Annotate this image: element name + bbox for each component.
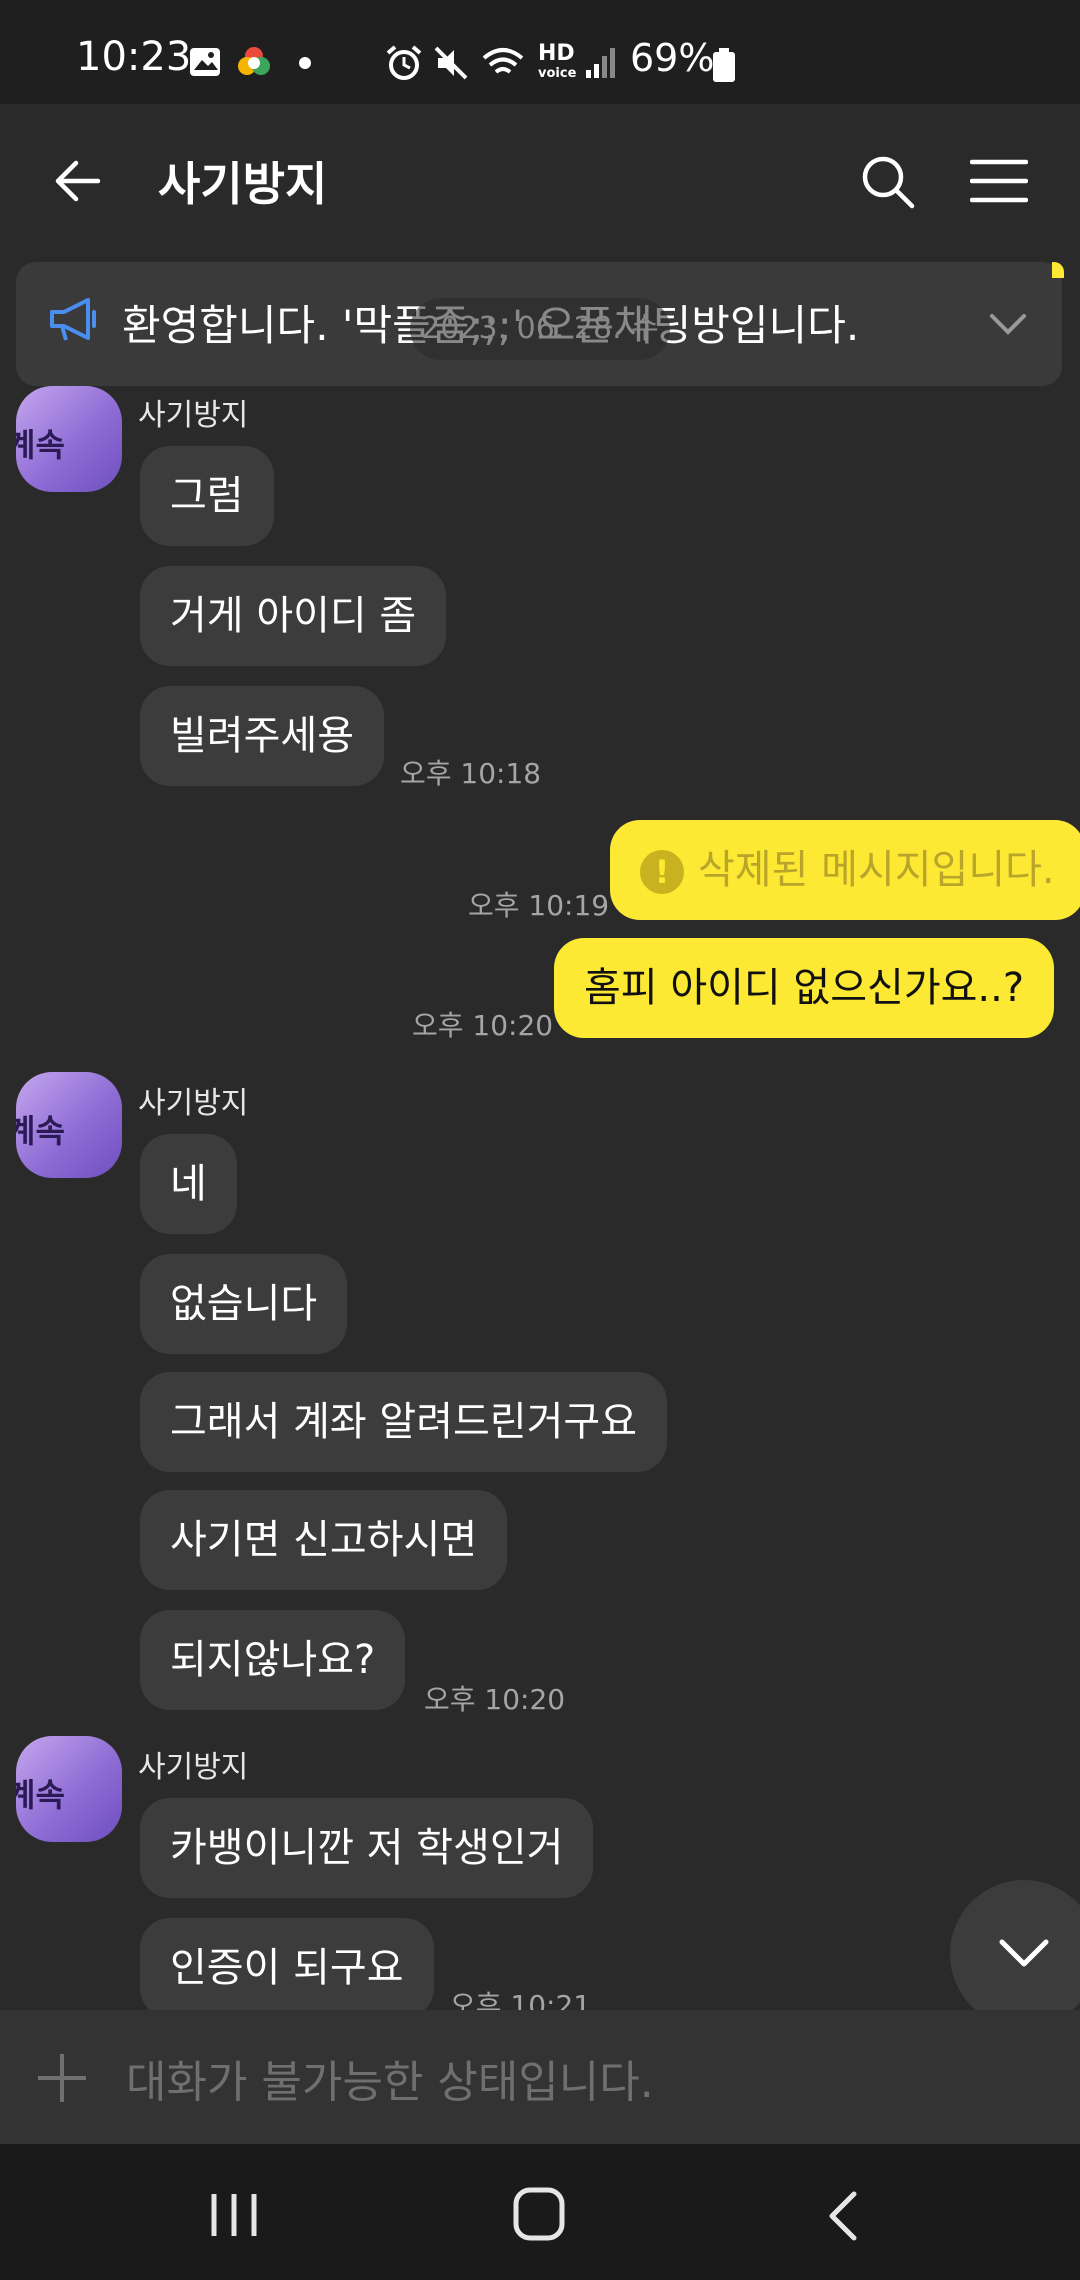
message-time: 오후 10:19 — [468, 889, 610, 922]
chevron-down-icon — [999, 1939, 1049, 1967]
message-bubble[interactable]: 빌려주세용 — [140, 686, 384, 786]
chevron-down-icon[interactable] — [988, 312, 1028, 338]
message-bubble[interactable]: 그래서 계좌 알려드린거구요 — [140, 1372, 668, 1472]
message-time: 오후 10:20 — [412, 1009, 554, 1042]
deleted-message-bubble[interactable]: ! 삭제된 메시지입니다. — [610, 820, 1080, 920]
plus-icon — [38, 2054, 86, 2102]
dot-icon — [299, 57, 311, 69]
hd-voice-icon: HD voice — [538, 41, 577, 82]
message-bubble[interactable]: 카뱅이니깐 저 학생인거 — [140, 1798, 594, 1898]
message-bubble[interactable]: 그럼 — [140, 446, 274, 546]
avatar[interactable]: 계속 — [16, 1736, 122, 1842]
menu-icon[interactable] — [970, 158, 1028, 204]
sender-name: 사기방지 — [138, 1750, 249, 1785]
recents-icon[interactable] — [208, 2190, 260, 2240]
message-bubble[interactable]: 네 — [140, 1134, 237, 1234]
avatar[interactable]: 계속 — [16, 1072, 122, 1178]
notice-accent — [1052, 262, 1064, 278]
wifi-icon — [482, 48, 524, 74]
message-bubble[interactable]: 인증이 되구요 — [140, 1918, 434, 2018]
message-time: 오후 10:20 — [424, 1683, 566, 1716]
message-bubble[interactable]: 되지않나요? — [140, 1610, 406, 1710]
message-time: 오후 10:18 — [400, 757, 542, 790]
battery-percent: 69% — [630, 36, 715, 80]
gallery-notification-icon — [190, 48, 220, 76]
avatar[interactable]: 계속 — [16, 386, 122, 492]
sender-name: 사기방지 — [138, 1086, 249, 1121]
message-input-disabled: 대화가 불가능한 상태입니다. — [126, 2057, 654, 2108]
mute-icon — [434, 46, 468, 80]
my-message-bubble[interactable]: 홈피 아이디 없으신가요..? — [554, 938, 1055, 1038]
signal-icon — [586, 48, 615, 78]
home-icon[interactable] — [512, 2186, 566, 2242]
message-bubble[interactable]: 없습니다 — [140, 1254, 348, 1354]
scroll-to-bottom-button[interactable] — [950, 1880, 1080, 2028]
message-bubble[interactable]: 거게 아이디 좀 — [140, 566, 447, 666]
back-arrow-icon[interactable] — [52, 156, 102, 206]
message-bubble[interactable]: 사기면 신고하시면 — [140, 1490, 508, 1590]
app-notification-icon — [238, 47, 270, 75]
nav-back-icon[interactable] — [822, 2190, 862, 2242]
battery-icon — [713, 48, 735, 82]
search-icon[interactable] — [860, 154, 916, 210]
date-divider: 2023. 06. 28. 수 — [410, 298, 670, 360]
sender-name: 사기방지 — [138, 398, 249, 433]
chat-title: 사기방지 — [158, 157, 328, 211]
megaphone-icon — [50, 298, 96, 341]
alarm-icon — [386, 45, 422, 80]
status-time: 10:23 — [76, 34, 192, 80]
warning-icon: ! — [640, 850, 684, 894]
